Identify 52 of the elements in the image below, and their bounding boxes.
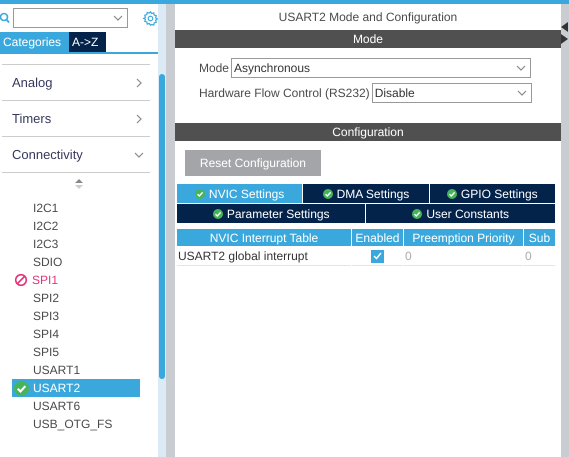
section-header: Configuration (174, 123, 561, 141)
settings-tab[interactable]: DMA Settings (303, 184, 429, 203)
peripheral-item[interactable]: USART6 (33, 399, 80, 413)
check-circle-icon (14, 380, 29, 396)
settings-icon[interactable] (143, 10, 158, 26)
check-circle-icon (412, 208, 422, 218)
peripheral-item[interactable]: I2C2 (33, 219, 58, 233)
peripheral-item[interactable]: SPI4 (33, 327, 60, 341)
peripheral-item[interactable]: I2C1 (33, 201, 58, 215)
category-label[interactable]: Connectivity (12, 147, 83, 162)
peripheral-item[interactable]: SPI5 (33, 345, 60, 359)
peripheral-item[interactable]: USB_OTG_FS (33, 417, 112, 431)
check-circle-icon (212, 208, 223, 218)
section-header: Mode (174, 30, 561, 48)
expand-arrow-icon[interactable] (561, 34, 568, 44)
category-tab[interactable]: A->Z (69, 32, 106, 52)
check-circle-icon (446, 188, 457, 198)
chevron-icon (134, 114, 144, 124)
category-label[interactable]: Timers (12, 111, 52, 126)
search-icon[interactable] (0, 12, 10, 24)
settings-tab[interactable]: User Constants (366, 204, 555, 223)
settings-tab[interactable]: GPIO Settings (430, 184, 555, 203)
peripheral-item[interactable]: I2C3 (33, 237, 58, 251)
column-header: Enabled (352, 229, 403, 246)
peripheral-item[interactable]: SPI3 (33, 309, 60, 323)
chevron-icon (134, 150, 144, 160)
table-cell: 0 (404, 247, 523, 266)
sort-icon[interactable] (75, 179, 83, 189)
search-field[interactable] (13, 8, 128, 28)
mode-select[interactable]: Disable (372, 83, 532, 103)
peripheral-item[interactable]: SPI1 (32, 273, 58, 287)
panel-title: USART2 Mode and Configuration (278, 9, 458, 26)
scrollbar-track[interactable] (158, 4, 166, 457)
collapse-arrow-icon[interactable] (561, 22, 568, 32)
enabled-checkbox[interactable] (370, 250, 384, 262)
check-circle-icon (322, 188, 333, 198)
settings-tab[interactable]: Parameter Settings (176, 204, 366, 223)
column-header: Sub (524, 229, 555, 246)
peripheral-item[interactable]: SPI2 (33, 291, 60, 305)
peripheral-item[interactable]: USART1 (33, 363, 80, 377)
scrollbar-thumb[interactable] (159, 74, 165, 379)
field-label: Hardware Flow Control (RS232) (198, 86, 370, 100)
chevron-icon (134, 78, 144, 88)
table-cell: USART2 global interrupt (176, 247, 351, 266)
mode-select[interactable]: Asynchronous (230, 58, 531, 78)
peripheral-item[interactable]: SDIO (33, 255, 62, 269)
category-label[interactable]: Analog (12, 75, 52, 90)
column-header: NVIC Interrupt Table (176, 229, 351, 246)
check-circle-icon (194, 188, 205, 198)
field-label: Mode (198, 61, 229, 75)
table-cell: 0 (524, 247, 555, 266)
column-header: Preemption Priority (404, 229, 523, 246)
